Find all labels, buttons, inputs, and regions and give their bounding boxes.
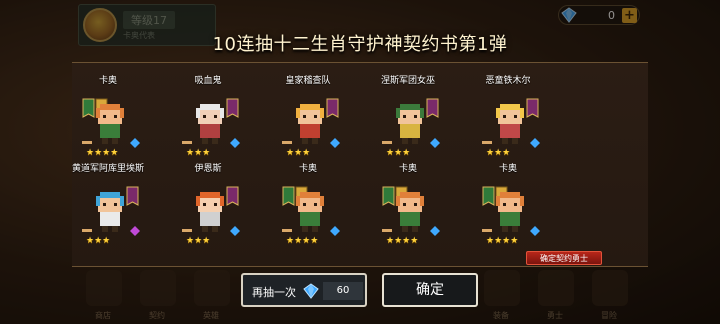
weapon-icon [182, 229, 192, 232]
hero-sprite [496, 192, 524, 232]
element-icon [330, 138, 340, 148]
hero-stars: ★★★ [286, 148, 311, 158]
element-icon [330, 226, 340, 236]
element-icon [530, 226, 540, 236]
summon-cost: 60 [323, 282, 363, 300]
hero-name: 皇家稽查队 [285, 76, 331, 86]
hero-card[interactable]: 恶童铁木尔 ★★★ [460, 76, 556, 176]
hero-sprite [296, 192, 324, 232]
page-title: 10连抽十二生肖守护神契约书第1弹 [212, 34, 508, 55]
hero-stars: ★★★★ [86, 148, 119, 158]
hero-card[interactable]: 涅斯军团女巫 ★★★ [360, 76, 456, 176]
hero-name: 卡奥 [498, 164, 517, 174]
element-icon [130, 138, 140, 148]
weapon-icon [382, 141, 392, 144]
hero-card[interactable]: 卡奥 ★★★★ [360, 164, 456, 264]
hero-card[interactable]: 黄道军阿库里埃斯 ★★★ [60, 164, 156, 264]
hero-name: 卡奥 [98, 76, 117, 86]
element-icon [430, 226, 440, 236]
hero-name: 黄道军阿库里埃斯 [71, 164, 144, 174]
hero-stars: ★★★ [186, 148, 211, 158]
weapon-icon [182, 141, 192, 144]
hero-sprite [396, 192, 424, 232]
weapon-icon [482, 141, 492, 144]
weapon-icon [282, 141, 292, 144]
hero-name: 吸血鬼 [194, 76, 222, 86]
hero-sprite [496, 104, 524, 144]
hero-sprite [96, 192, 124, 232]
hero-sprite [296, 104, 324, 144]
element-icon [530, 138, 540, 148]
hero-stars: ★★★★ [286, 236, 319, 246]
hero-card[interactable]: 皇家稽查队 ★★★ [260, 76, 356, 176]
hero-sprite [396, 104, 424, 144]
element-icon [230, 138, 240, 148]
hero-sprite [196, 104, 224, 144]
hero-name: 卡奥 [298, 164, 317, 174]
hero-name: 伊恩斯 [194, 164, 222, 174]
hero-stars: ★★★★ [386, 236, 419, 246]
hero-sprite [196, 192, 224, 232]
confirm-button[interactable]: 确定 [382, 273, 478, 307]
gem-icon [303, 283, 319, 299]
hero-stars: ★★★ [86, 236, 111, 246]
hero-card[interactable]: 卡奥 ★★★★ [460, 164, 556, 264]
weapon-icon [482, 229, 492, 232]
hero-name: 涅斯军团女巫 [380, 76, 435, 86]
hero-card[interactable]: 伊恩斯 ★★★ [160, 164, 256, 264]
weapon-icon [382, 229, 392, 232]
weapon-icon [82, 229, 92, 232]
hero-card[interactable]: 吸血鬼 ★★★ [160, 76, 256, 176]
confirm-contract-tag: 确定契约勇士 [526, 251, 602, 265]
hero-name: 卡奥 [398, 164, 417, 174]
hero-card[interactable]: 卡奥 ★★★★ [60, 76, 156, 176]
hero-stars: ★★★ [386, 148, 411, 158]
hero-name: 恶童铁木尔 [485, 76, 531, 86]
element-icon [430, 138, 440, 148]
summon-again-label: 再抽一次 [252, 286, 296, 299]
hero-stars: ★★★ [186, 236, 211, 246]
element-icon [130, 226, 140, 236]
hero-card[interactable]: 卡奥 ★★★★ [260, 164, 356, 264]
weapon-icon [82, 141, 92, 144]
element-icon [230, 226, 240, 236]
hero-stars: ★★★ [486, 148, 511, 158]
summon-again-button[interactable]: 再抽一次 60 [241, 273, 367, 307]
hero-sprite [96, 104, 124, 144]
weapon-icon [282, 229, 292, 232]
hero-stars: ★★★★ [486, 236, 519, 246]
